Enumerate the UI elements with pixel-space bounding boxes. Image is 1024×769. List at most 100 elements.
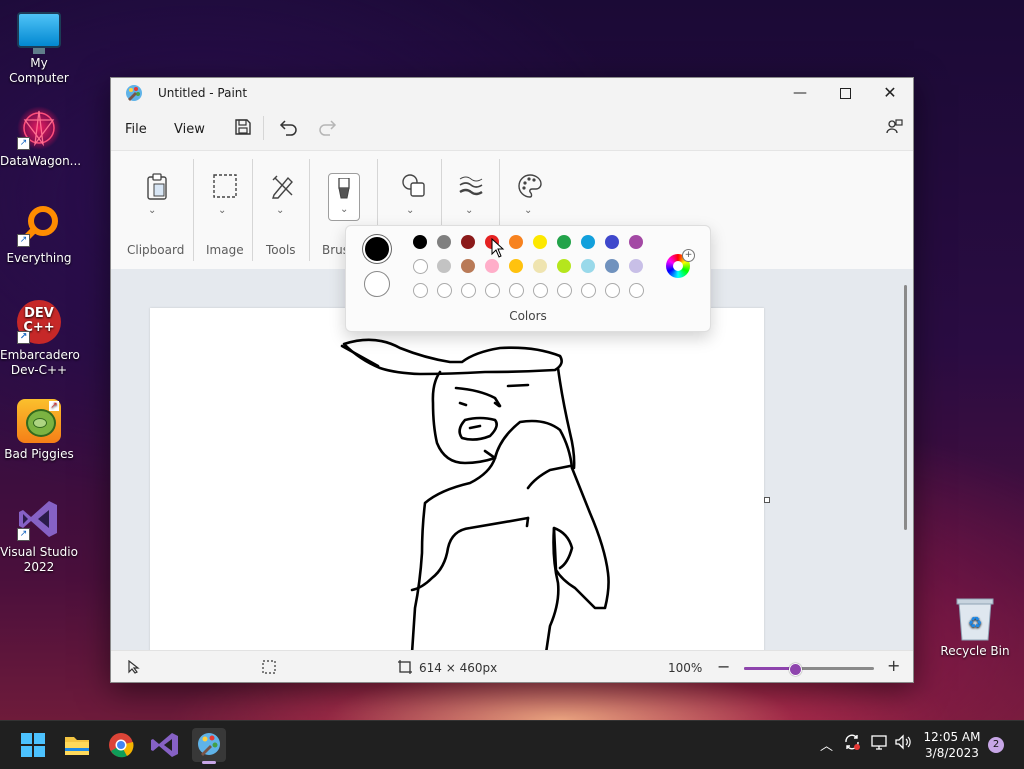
chrome-button[interactable] <box>104 728 138 762</box>
maximize-icon <box>839 87 851 99</box>
zoom-out-icon[interactable]: − <box>717 657 730 676</box>
file-explorer-button[interactable] <box>60 728 94 762</box>
everything-search-icon: ↗ <box>17 203 61 247</box>
maximize-button[interactable] <box>822 78 868 108</box>
tools-group[interactable]: ⌄ Tools <box>257 151 305 269</box>
custom-color-slot[interactable] <box>629 283 644 298</box>
shapes-icon <box>399 173 429 203</box>
secondary-color[interactable] <box>364 271 390 297</box>
chevron-down-icon: ⌄ <box>276 205 285 216</box>
primary-color[interactable] <box>363 235 391 263</box>
color-swatch[interactable] <box>629 259 643 273</box>
menu-view[interactable]: View <box>174 122 205 137</box>
color-swatch[interactable] <box>437 235 451 249</box>
color-swatch[interactable] <box>629 235 643 249</box>
color-swatch[interactable] <box>557 235 571 249</box>
desktop-icon-everything[interactable]: ↗ Everything <box>0 203 78 266</box>
desktop-icon-label: DataWagon... <box>0 154 82 168</box>
system-clock[interactable]: 12:05 AM 3/8/2023 <box>920 729 984 761</box>
canvas-size-icon <box>398 660 412 677</box>
brushes-button[interactable]: ⌄ <box>328 173 360 221</box>
title-bar[interactable]: Untitled - Paint — ✕ <box>111 78 913 108</box>
clipboard-icon <box>142 173 172 203</box>
zoom-in-icon[interactable]: + <box>887 656 900 675</box>
show-hidden-icons-chevron-icon[interactable]: ︿ <box>820 735 833 754</box>
custom-color-slot[interactable] <box>509 283 524 298</box>
custom-color-slot[interactable] <box>461 283 476 298</box>
color-swatch[interactable] <box>461 235 475 249</box>
desktop-icon-devcpp[interactable]: DEV C++ ↗ Embarcadero Dev-C++ <box>0 300 80 378</box>
zoom-slider-thumb[interactable] <box>788 663 802 676</box>
ribbon-divider <box>309 159 310 261</box>
color-swatch[interactable] <box>461 259 475 273</box>
desktop-icon-datawagon[interactable]: ↗ DataWagon... <box>0 106 82 169</box>
undo-icon[interactable] <box>276 117 300 141</box>
drawing-canvas[interactable] <box>150 308 764 653</box>
color-swatch[interactable] <box>413 235 427 249</box>
menu-bar: File View <box>111 108 913 148</box>
notification-badge[interactable]: 2 <box>988 737 1004 753</box>
close-button[interactable]: ✕ <box>867 78 913 108</box>
custom-color-slot[interactable] <box>605 283 620 298</box>
color-swatch[interactable] <box>413 259 428 274</box>
colors-label: Colors <box>509 309 547 323</box>
zoom-slider-fill <box>744 667 795 670</box>
canvas-size: 614 × 460px <box>419 661 498 675</box>
clipboard-group[interactable]: ⌄ Clipboard <box>121 151 185 269</box>
visual-studio-icon: ↗ <box>17 497 61 541</box>
custom-color-slot[interactable] <box>533 283 548 298</box>
start-button[interactable] <box>16 728 50 762</box>
volume-icon[interactable] <box>894 733 912 755</box>
network-icon[interactable] <box>870 733 888 755</box>
color-swatch[interactable] <box>509 259 523 273</box>
paint-taskbar-button[interactable] <box>192 728 226 764</box>
desktop-icon-label: Bad Piggies <box>4 447 74 461</box>
vertical-scrollbar[interactable] <box>904 285 907 530</box>
cursor-position-icon <box>127 659 141 677</box>
custom-color-slot[interactable] <box>581 283 596 298</box>
chrome-icon <box>109 733 134 758</box>
devcpp-icon: DEV C++ ↗ <box>17 300 61 344</box>
color-swatch[interactable] <box>485 259 499 273</box>
color-swatch[interactable] <box>605 259 619 273</box>
edit-colors-button[interactable]: + <box>666 249 695 278</box>
shortcut-arrow-icon: ↗ <box>17 137 30 150</box>
color-swatch[interactable] <box>581 235 595 249</box>
zoom-level[interactable]: 100% <box>668 661 702 675</box>
clock-date: 3/8/2023 <box>925 746 979 760</box>
color-swatch[interactable] <box>533 259 547 273</box>
color-swatch[interactable] <box>533 235 547 249</box>
custom-color-slot[interactable] <box>557 283 572 298</box>
desktop-icon-visual-studio[interactable]: ↗ Visual Studio 2022 <box>0 497 78 575</box>
color-swatch[interactable] <box>605 235 619 249</box>
save-icon[interactable] <box>231 118 255 142</box>
paint-app-icon <box>198 733 220 756</box>
menu-file[interactable]: File <box>125 122 147 137</box>
color-swatch[interactable] <box>557 259 571 273</box>
image-group[interactable]: ⌄ Image <box>199 151 247 269</box>
desktop-icon-label: Everything <box>6 251 72 265</box>
custom-color-slot[interactable] <box>413 283 428 298</box>
zoom-slider[interactable] <box>744 663 874 676</box>
color-swatch[interactable] <box>509 235 523 249</box>
sync-status-icon[interactable] <box>843 733 861 755</box>
desktop-icon-bad-piggies[interactable]: ↗ Bad Piggies <box>0 399 78 462</box>
color-swatch[interactable] <box>437 259 451 273</box>
desktop-icon-recycle-bin[interactable]: ♻ Recycle Bin <box>936 596 1014 659</box>
select-rectangle-icon <box>210 173 240 203</box>
minimize-button[interactable]: — <box>777 78 823 108</box>
color-wheel-center <box>673 261 683 271</box>
visual-studio-taskbar-button[interactable] <box>148 728 182 762</box>
resize-handle[interactable] <box>764 497 770 503</box>
custom-color-slot[interactable] <box>437 283 452 298</box>
color-swatch[interactable] <box>581 259 595 273</box>
stroke-size-icon <box>456 173 486 203</box>
chevron-down-icon: ⌄ <box>340 204 349 215</box>
custom-color-slot[interactable] <box>485 283 500 298</box>
desktop-icon-label: Recycle Bin <box>940 644 1010 658</box>
redo-icon[interactable] <box>316 117 340 141</box>
window-title: Untitled - Paint <box>158 86 248 100</box>
desktop-icon-my-computer[interactable]: My Computer <box>0 12 78 86</box>
chevron-down-icon: ⌄ <box>148 205 157 216</box>
share-account-icon[interactable] <box>882 117 906 141</box>
